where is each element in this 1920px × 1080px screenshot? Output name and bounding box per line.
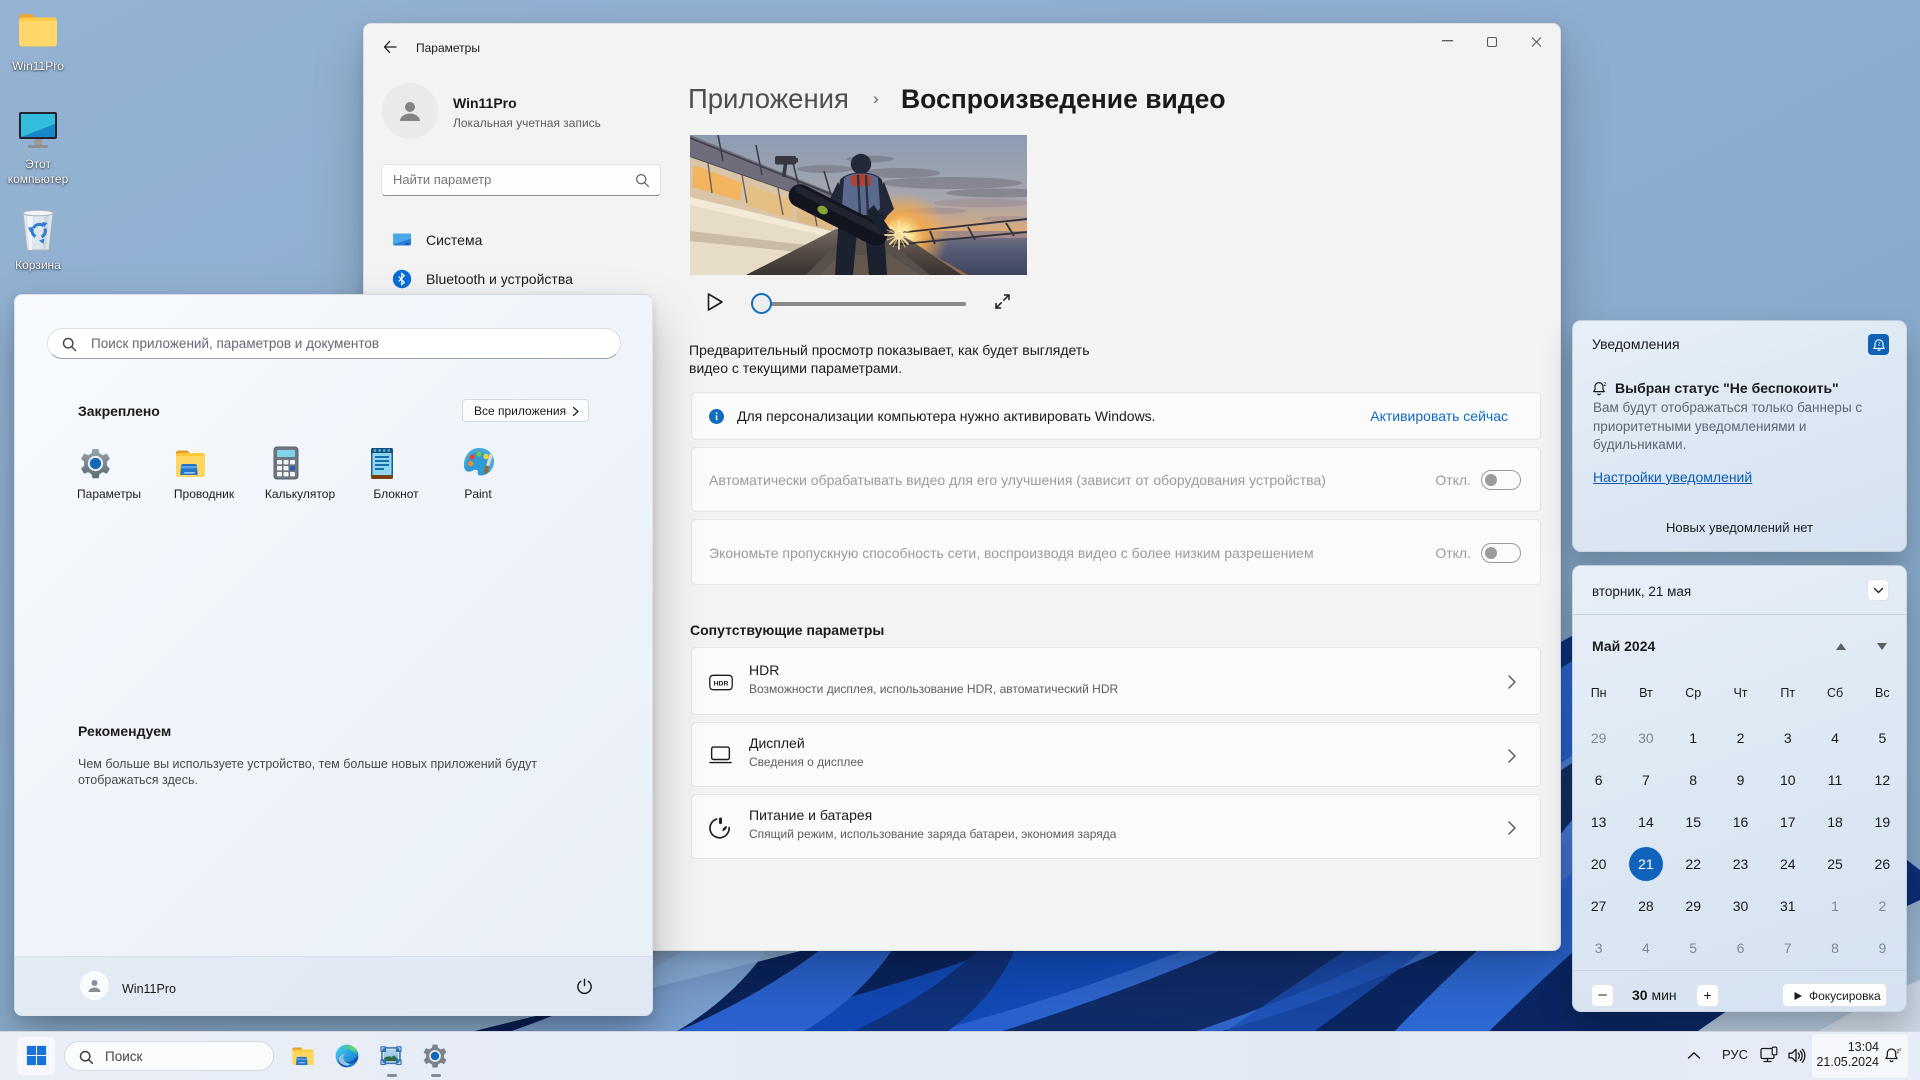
svg-text:z: z — [1877, 341, 1880, 347]
svg-text:HDR: HDR — [714, 681, 729, 688]
svg-text:z: z — [1604, 382, 1607, 388]
svg-text:z: z — [1899, 1047, 1902, 1052]
